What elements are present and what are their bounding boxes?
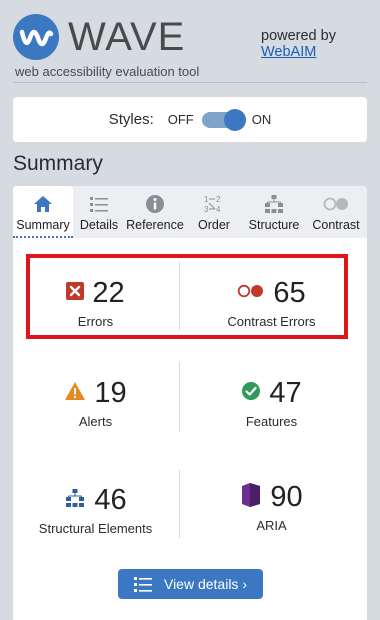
stat-count: 22	[92, 276, 125, 309]
summary-panel: 22 Errors 65 Contrast Errors 19 Alerts 4…	[13, 238, 367, 620]
list-icon	[89, 194, 109, 214]
tab-label: Details	[79, 218, 119, 232]
tab-structure[interactable]: Structure	[243, 186, 305, 238]
view-details-label: View details ›	[163, 576, 247, 592]
app-title: WAVE	[68, 15, 186, 59]
svg-text:3: 3	[204, 205, 209, 214]
page-title: Summary	[13, 152, 103, 175]
powered-by-text: powered by	[261, 28, 336, 44]
styles-toggle-card: Styles: OFF ON	[13, 97, 367, 142]
stat-count: 90	[270, 480, 303, 513]
tab-bar: Summary Details Reference 1234 Order Str…	[13, 186, 367, 238]
stat-label: Features	[245, 414, 298, 429]
info-icon	[145, 194, 165, 214]
contrast-error-icon	[237, 284, 265, 303]
stat-label: Structural Elements	[38, 521, 153, 536]
stat-errors[interactable]: 22 Errors	[13, 276, 178, 329]
stat-count: 46	[94, 483, 127, 516]
toggle-on-label: ON	[251, 112, 272, 127]
error-icon	[66, 281, 85, 305]
structure-icon	[64, 488, 86, 513]
stat-contrast-errors[interactable]: 65 Contrast Errors	[189, 276, 354, 330]
stat-label: Alerts	[78, 414, 113, 429]
stat-label: ARIA	[256, 518, 287, 533]
stat-structural-elements[interactable]: 46 Structural Elements	[13, 483, 178, 537]
stat-features[interactable]: 47 Features	[189, 376, 354, 429]
stat-alerts[interactable]: 19 Alerts	[13, 376, 178, 429]
toggle-knob[interactable]	[223, 108, 246, 131]
svg-text:1: 1	[204, 195, 209, 204]
structure-icon	[263, 194, 285, 214]
aria-icon	[240, 482, 262, 513]
styles-label: Styles:	[108, 111, 154, 128]
alert-icon	[64, 381, 86, 406]
header: WAVE web accessibility evaluation tool p…	[0, 0, 380, 90]
order-icon: 1234	[203, 194, 225, 214]
tagline: web accessibility evaluation tool	[15, 64, 200, 79]
contrast-icon	[323, 194, 349, 214]
stat-count: 65	[273, 276, 306, 309]
list-icon	[133, 576, 152, 592]
stat-count: 19	[94, 376, 127, 409]
tab-label: Structure	[248, 218, 300, 232]
stat-label: Errors	[77, 314, 114, 329]
tab-details[interactable]: Details	[73, 186, 125, 238]
powered-by: powered by WebAIM	[261, 28, 336, 60]
divider	[179, 362, 180, 432]
home-icon	[33, 194, 53, 214]
webaim-link[interactable]: WebAIM	[261, 44, 336, 60]
stat-label: Contrast Errors	[227, 314, 316, 329]
tab-reference[interactable]: Reference	[125, 186, 185, 238]
stat-count: 47	[269, 376, 302, 409]
svg-text:4: 4	[216, 205, 221, 214]
tab-label: Summary	[16, 218, 70, 232]
feature-icon	[241, 381, 261, 406]
tab-summary[interactable]: Summary	[13, 186, 73, 238]
tab-contrast[interactable]: Contrast	[305, 186, 367, 238]
tab-label: Contrast	[312, 218, 360, 232]
wave-logo-icon	[13, 14, 59, 60]
svg-text:2: 2	[216, 195, 221, 204]
view-details-button[interactable]: View details ›	[118, 569, 263, 599]
tab-label: Order	[198, 218, 230, 232]
tab-label: Reference	[126, 218, 184, 232]
tab-order[interactable]: 1234 Order	[185, 186, 243, 238]
toggle-off-label: OFF	[167, 112, 194, 127]
stat-aria[interactable]: 90 ARIA	[189, 480, 354, 533]
divider	[179, 470, 180, 538]
divider	[13, 82, 367, 83]
styles-toggle-switch[interactable]	[201, 108, 246, 131]
